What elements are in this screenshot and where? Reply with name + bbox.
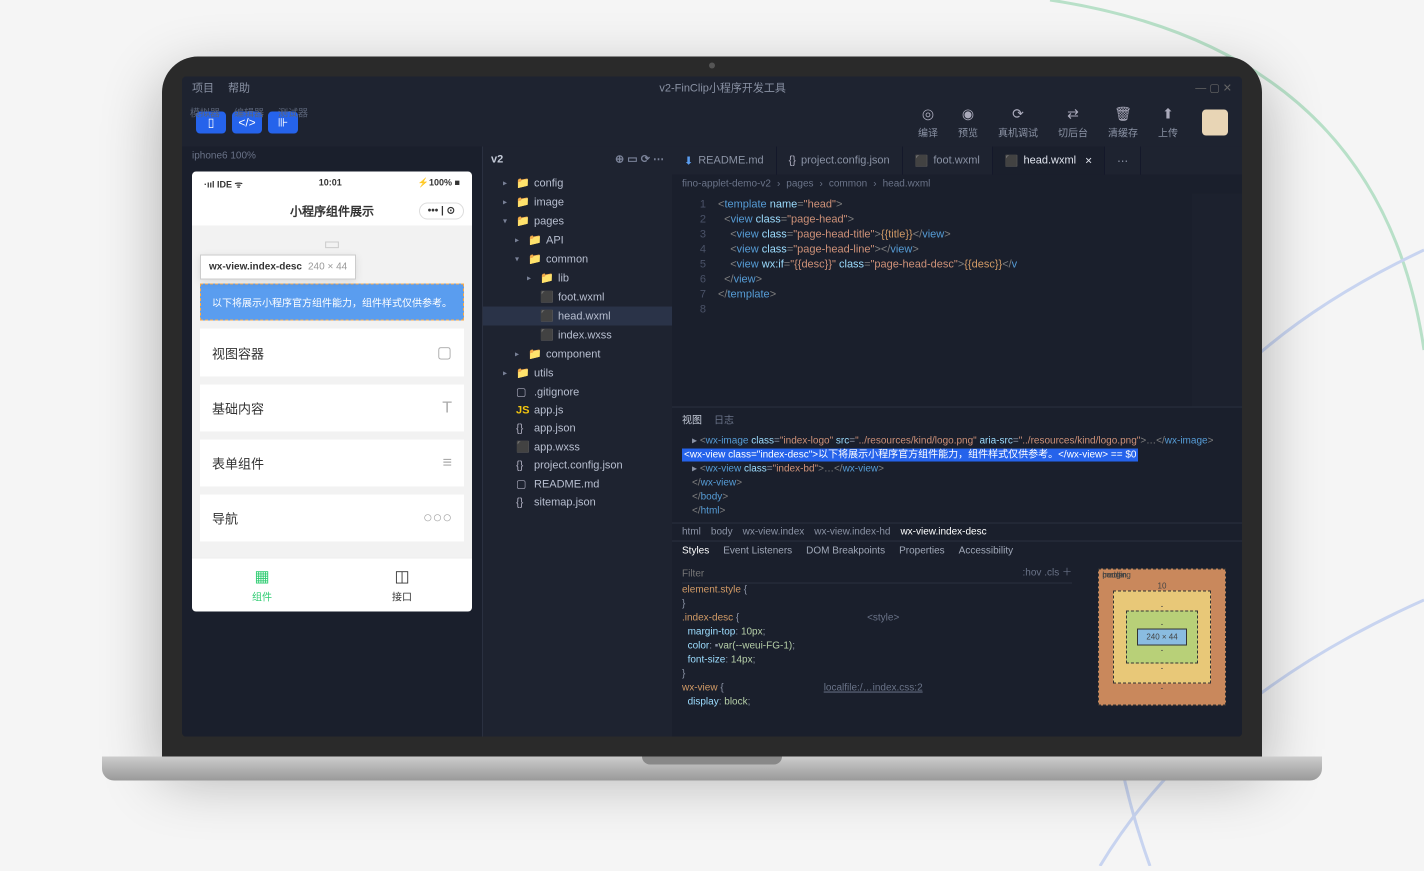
- list-item[interactable]: 基础内容T: [200, 385, 464, 432]
- window-title: v2-FinClip小程序开发工具: [264, 80, 1181, 96]
- style-tab[interactable]: Accessibility: [959, 546, 1013, 557]
- laptop-mockup: 项目 帮助 v2-FinClip小程序开发工具 — ▢ ✕ ▯ </> ⊪ ◎编…: [162, 57, 1262, 781]
- style-tab[interactable]: Styles: [682, 546, 709, 557]
- user-avatar[interactable]: [1202, 110, 1228, 136]
- phone-status-right: ⚡100% ■: [418, 178, 460, 191]
- box-model: margin 10 border - padding - 240 × 44 - …: [1082, 561, 1242, 737]
- remote-debug-button[interactable]: ⟳真机调试: [998, 106, 1038, 140]
- add-style-icon[interactable]: ＋: [1062, 567, 1072, 581]
- style-tab[interactable]: DOM Breakpoints: [806, 546, 885, 557]
- tree-item[interactable]: ▸📁component: [483, 345, 672, 364]
- phone-status-time: 10:01: [319, 178, 342, 191]
- dom-breadcrumb[interactable]: htmlbodywx-view.indexwx-view.index-hdwx-…: [672, 523, 1242, 541]
- editor-tab[interactable]: {}project.config.json: [777, 147, 903, 175]
- style-tab[interactable]: Event Listeners: [723, 546, 792, 557]
- camera-dot: [709, 63, 715, 69]
- tree-item[interactable]: ▸📁API: [483, 231, 672, 250]
- tree-item[interactable]: JSapp.js: [483, 402, 672, 420]
- tree-item[interactable]: ▾📁pages: [483, 212, 672, 231]
- menu-project[interactable]: 项目: [192, 80, 214, 96]
- tree-item[interactable]: ▢.gitignore: [483, 383, 672, 402]
- compile-button[interactable]: ◎编译: [918, 106, 938, 140]
- editor-tab[interactable]: ⬛head.wxml×: [993, 147, 1105, 175]
- tree-item[interactable]: {}project.config.json: [483, 457, 672, 475]
- app-title: 小程序组件展示: [290, 203, 374, 220]
- laptop-base: [102, 757, 1322, 781]
- clear-cache-button[interactable]: 🗑清缓存: [1108, 106, 1138, 140]
- minimap[interactable]: [1192, 194, 1242, 407]
- list-item[interactable]: 表单组件≡: [200, 440, 464, 487]
- style-rules[interactable]: :hov .cls ＋ element.style {}.index-desc …: [672, 561, 1082, 737]
- tree-item[interactable]: ⬛foot.wxml: [483, 288, 672, 307]
- mode-labels: 模拟器编辑器测试器: [190, 105, 308, 120]
- phone-tab-api[interactable]: ◫接口: [332, 559, 472, 612]
- tree-item[interactable]: ▸📁utils: [483, 364, 672, 383]
- simulator-device-label[interactable]: iphone6 100%: [182, 147, 482, 166]
- simulator-panel: iphone6 100% ·ııl IDE ᯤ 10:01 ⚡100% ■ 小程…: [182, 147, 482, 737]
- tree-item[interactable]: ⬛head.wxml: [483, 307, 672, 326]
- tree-item[interactable]: ▾📁common: [483, 250, 672, 269]
- menubar: 项目 帮助 v2-FinClip小程序开发工具 — ▢ ✕: [182, 77, 1242, 99]
- code-editor[interactable]: 1<template name="head">2 <view class="pa…: [672, 194, 1242, 407]
- tree-item[interactable]: ▸📁config: [483, 174, 672, 193]
- hov-cls-toggle[interactable]: :hov .cls: [1023, 567, 1060, 581]
- dom-inspector[interactable]: ▸ <wx-image class="index-logo" src="../r…: [672, 431, 1242, 523]
- panel-tab-log[interactable]: 日志: [714, 412, 734, 427]
- list-item[interactable]: 视图容器▢: [200, 329, 464, 377]
- element-tooltip: wx-view.index-desc240 × 44: [200, 255, 356, 280]
- tree-item[interactable]: {}sitemap.json: [483, 494, 672, 512]
- explorer-root[interactable]: v2: [491, 153, 503, 165]
- tree-item[interactable]: ▢README.md: [483, 475, 672, 494]
- list-item[interactable]: 导航○○○: [200, 495, 464, 542]
- phone-status-left: ·ııl IDE ᯤ: [204, 178, 243, 191]
- tree-item[interactable]: ⬛app.wxss: [483, 438, 672, 457]
- phone-mockup: ·ııl IDE ᯤ 10:01 ⚡100% ■ 小程序组件展示 ••• | ⊙…: [192, 172, 472, 612]
- editor-tabs: ⬇README.md{}project.config.json⬛foot.wxm…: [672, 147, 1242, 175]
- preview-button[interactable]: ◉预览: [958, 106, 978, 140]
- style-tab[interactable]: Properties: [899, 546, 945, 557]
- toolbar: ▯ </> ⊪ ◎编译 ◉预览 ⟳真机调试 ⇄切后台 🗑清缓存 ⬆上传: [182, 99, 1242, 147]
- tab-overflow[interactable]: ⋯: [1105, 147, 1141, 175]
- editor-tab[interactable]: ⬛foot.wxml: [903, 147, 993, 175]
- panel-tab-view[interactable]: 视图: [682, 412, 702, 427]
- editor-tab[interactable]: ⬇README.md: [672, 147, 777, 175]
- capsule-menu[interactable]: ••• | ⊙: [419, 203, 464, 220]
- close-icon: ×: [1085, 154, 1092, 168]
- switch-bg-button[interactable]: ⇄切后台: [1058, 106, 1088, 140]
- phone-tab-component[interactable]: ▦组件: [192, 559, 332, 612]
- window-controls[interactable]: — ▢ ✕: [1195, 81, 1232, 94]
- breadcrumb[interactable]: fino-applet-demo-v2 › pages › common › h…: [672, 175, 1242, 194]
- tree-item[interactable]: ▸📁lib: [483, 269, 672, 288]
- tree-item[interactable]: ▸📁image: [483, 193, 672, 212]
- upload-button[interactable]: ⬆上传: [1158, 106, 1178, 140]
- file-explorer: v2 ⊕ ▭ ⟳ ⋯ ▸📁config▸📁image▾📁pages▸📁API▾📁…: [482, 147, 672, 737]
- devtools-panel: 视图 日志 ▸ <wx-image class="index-logo" src…: [672, 407, 1242, 737]
- style-tabs: Styles Event Listeners DOM Breakpoints Prop…: [672, 541, 1242, 561]
- style-filter-input[interactable]: [682, 567, 1023, 581]
- editor-area: ⬇README.md{}project.config.json⬛foot.wxm…: [672, 147, 1242, 737]
- tree-item[interactable]: ⬛index.wxss: [483, 326, 672, 345]
- menu-help[interactable]: 帮助: [228, 80, 250, 96]
- tree-item[interactable]: {}app.json: [483, 420, 672, 438]
- highlighted-element[interactable]: 以下将展示小程序官方组件能力，组件样式仅供参考。: [200, 284, 464, 321]
- explorer-actions[interactable]: ⊕ ▭ ⟳ ⋯: [615, 153, 664, 166]
